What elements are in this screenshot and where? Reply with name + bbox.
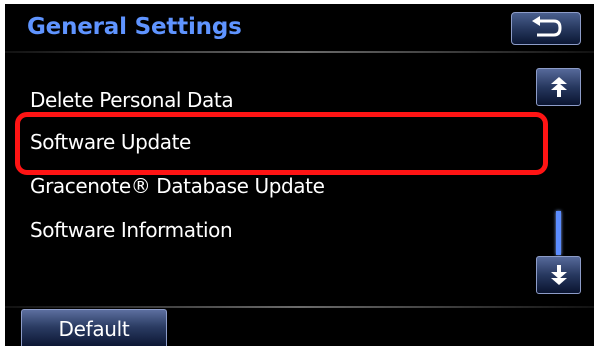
page-down-button[interactable] bbox=[536, 256, 581, 294]
default-button[interactable]: Default bbox=[21, 309, 167, 346]
return-arrow-icon bbox=[532, 16, 562, 37]
back-button[interactable] bbox=[511, 12, 581, 45]
menu-item-software-information[interactable]: Software Information bbox=[30, 218, 233, 242]
footer-divider bbox=[5, 306, 594, 308]
page-title: General Settings bbox=[27, 14, 242, 40]
page-down-arrow-icon bbox=[551, 265, 567, 285]
scrollbar-thumb[interactable] bbox=[556, 211, 561, 255]
menu-item-gracenote-database-update[interactable]: Gracenote® Database Update bbox=[30, 174, 325, 198]
screen-frame: General Settings Delete Personal Data So… bbox=[5, 4, 594, 346]
menu-item-delete-personal-data[interactable]: Delete Personal Data bbox=[30, 88, 234, 112]
highlight-box bbox=[15, 112, 548, 175]
page-up-arrow-icon bbox=[551, 77, 567, 97]
page-up-button[interactable] bbox=[536, 68, 581, 106]
title-divider bbox=[5, 51, 594, 53]
